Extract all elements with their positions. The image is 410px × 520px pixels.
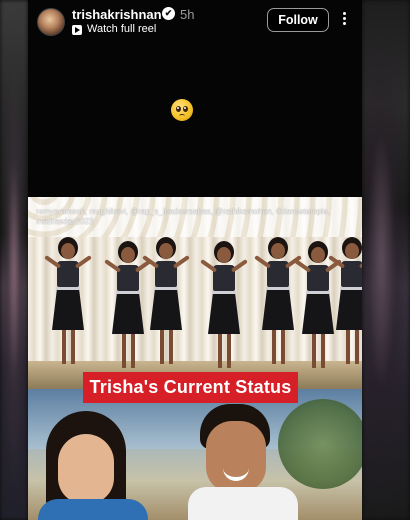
dance-stage-photo: remyaramesh, mughilravi, @rap_s_leadsers… [28,197,362,389]
image-overlay-caption: remyaramesh, mughilravi, @rap_s_leadsers… [36,207,330,226]
blurred-background-right [362,0,410,520]
pleading-face-emoji-icon [171,99,193,121]
post-header: trishakrishnan ✔ 5h Watch full reel Foll… [28,0,362,44]
follow-button[interactable]: Follow [267,8,329,32]
dancer-figure [142,237,190,367]
dancer-figure [104,241,152,371]
dancer-figure [200,241,248,371]
blurred-background-left [0,0,28,520]
post-image[interactable]: remyaramesh, mughilravi, @rap_s_leadsers… [28,197,362,520]
status-banner: Trisha's Current Status [83,372,298,403]
dancer-figure [328,237,362,367]
verified-badge-icon: ✔ [162,7,175,20]
reel-play-icon[interactable] [72,25,82,35]
username[interactable]: trishakrishnan [72,7,162,22]
avatar[interactable] [37,8,65,36]
dancer-figure [44,237,92,367]
reel-post-card: trishakrishnan ✔ 5h Watch full reel Foll… [28,0,362,520]
dancer-figure [254,237,302,367]
more-options-icon[interactable] [339,10,349,30]
movie-still-photo [28,389,362,520]
post-time: 5h [180,7,195,22]
watch-full-reel-link[interactable]: Watch full reel [87,23,156,35]
